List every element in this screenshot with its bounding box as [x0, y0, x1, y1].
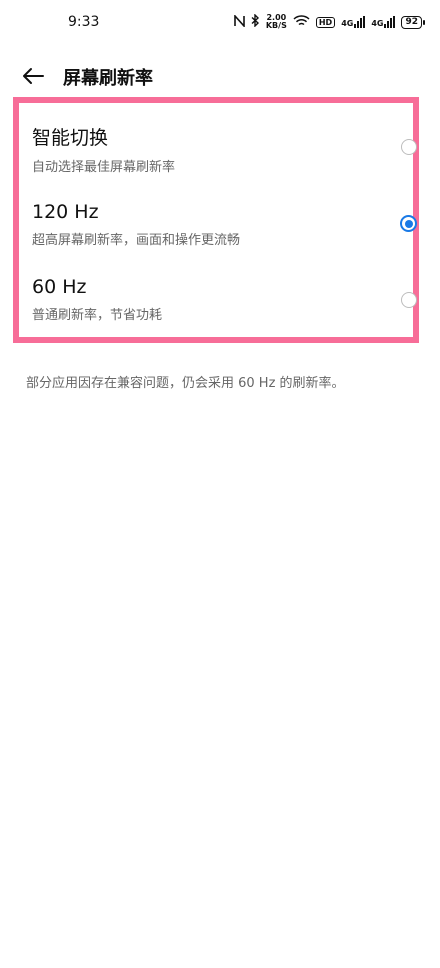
wifi-icon — [293, 14, 310, 30]
network-type-2: 4G — [371, 19, 384, 28]
signal-1: 4G — [341, 16, 366, 28]
back-button[interactable] — [20, 62, 48, 90]
status-icons: 2.00 KB/S HD 4G 4G 92 — [234, 13, 425, 30]
app-header: 屏幕刷新率 — [0, 52, 440, 100]
radio-button-selected[interactable] — [400, 215, 417, 232]
radio-button[interactable] — [401, 139, 417, 155]
refresh-rate-options: 智能切换 自动选择最佳屏幕刷新率 120 Hz 超高屏幕刷新率，画面和操作更流畅… — [13, 97, 419, 343]
bluetooth-icon — [251, 13, 260, 30]
network-speed-unit: KB/S — [265, 21, 287, 30]
hd-icon: HD — [315, 16, 336, 28]
signal-bars-icon — [354, 16, 366, 28]
signal-bars-icon — [384, 16, 396, 28]
option-description: 普通刷新率，节省功耗 — [32, 308, 163, 323]
compatibility-note: 部分应用因存在兼容问题，仍会采用 60 Hz 的刷新率。 — [26, 376, 345, 391]
radio-button[interactable] — [401, 292, 417, 308]
option-description: 超高屏幕刷新率，画面和操作更流畅 — [32, 233, 241, 248]
network-type-1: 4G — [341, 19, 354, 28]
option-smart-switch[interactable]: 智能切换 自动选择最佳屏幕刷新率 — [32, 123, 417, 175]
network-speed: 2.00 KB/S — [266, 14, 287, 30]
option-title: 60 Hz — [32, 276, 87, 298]
page-title: 屏幕刷新率 — [63, 68, 153, 89]
option-description: 自动选择最佳屏幕刷新率 — [32, 160, 176, 175]
option-title: 智能切换 — [32, 127, 109, 149]
signal-2: 4G — [371, 16, 396, 28]
option-60hz[interactable]: 60 Hz 普通刷新率，节省功耗 — [32, 276, 417, 323]
status-time: 9:33 — [68, 14, 100, 30]
battery-icon: 92 — [401, 15, 425, 29]
nfc-icon — [234, 13, 245, 30]
status-bar: 9:33 2.00 KB/S HD 4G 4G 92 — [0, 0, 440, 48]
back-arrow-icon — [23, 68, 44, 84]
option-120hz[interactable]: 120 Hz 超高屏幕刷新率，画面和操作更流畅 — [32, 201, 417, 248]
option-title: 120 Hz — [32, 201, 99, 223]
